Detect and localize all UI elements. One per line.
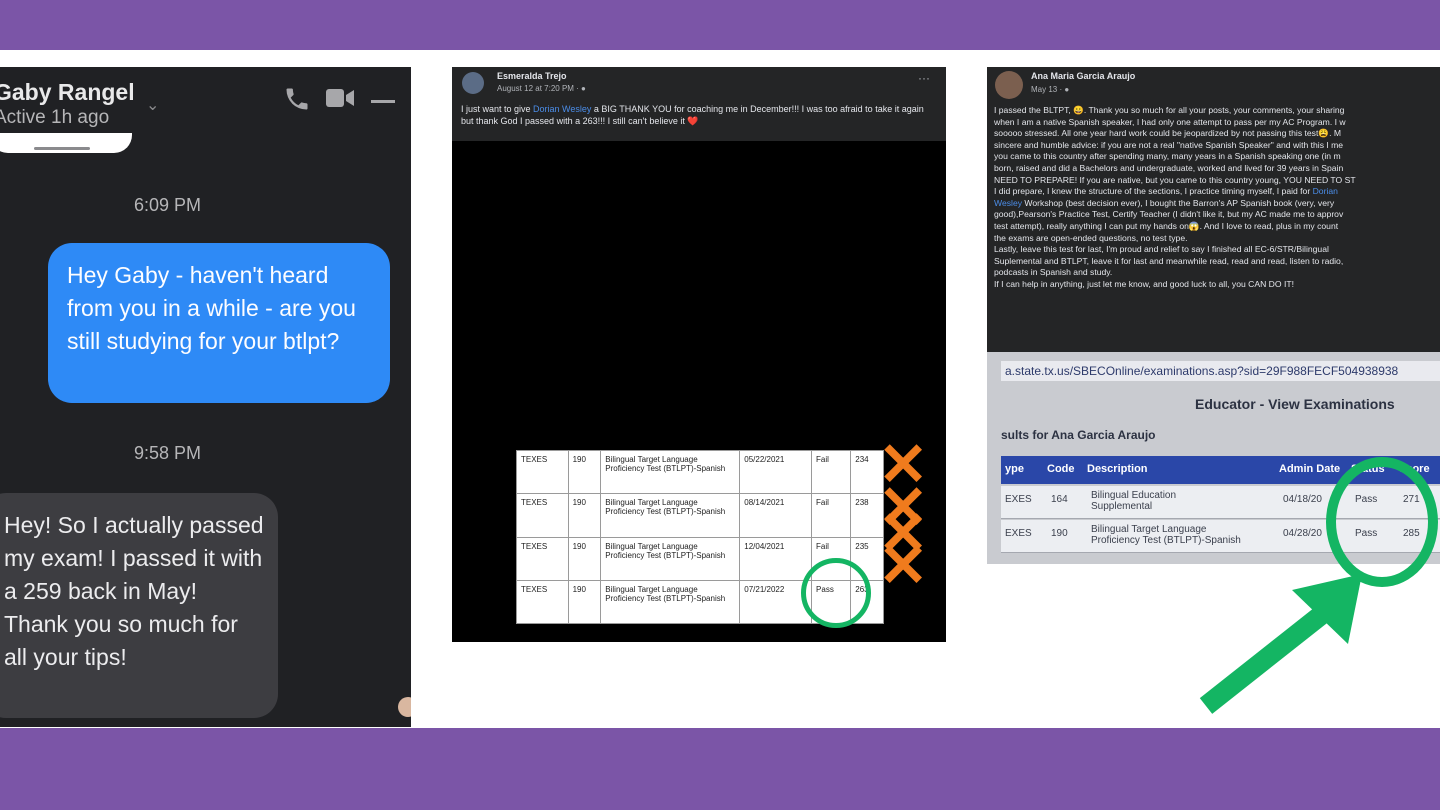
table-cell: TEXES xyxy=(516,536,569,581)
post-text-part: Workshop (best decision ever), I bought … xyxy=(1022,197,1335,208)
contact-status: Active 1h ago xyxy=(0,107,110,128)
post-date-text: May 13 · xyxy=(1031,85,1065,94)
post-line: sooooo stressed. All one year hard work … xyxy=(994,128,1342,139)
table-cell: TEXES xyxy=(516,449,569,495)
post-line: I did prepare, I knew the structure of t… xyxy=(994,186,1440,198)
post-text: I passed the BLTPT, 😀. Thank you so much… xyxy=(994,105,1440,291)
table-cell: TEXES xyxy=(516,579,569,625)
avatar[interactable] xyxy=(995,71,1023,99)
post-line: you came to this country after spending … xyxy=(994,151,1341,162)
attachment-bar xyxy=(34,147,90,150)
table-cell: 190 xyxy=(1051,528,1068,539)
table-cell: Bilingual Target Language Proficiency Te… xyxy=(600,579,741,625)
url-bar: a.state.tx.us/SBECOnline/examinations.as… xyxy=(1001,361,1440,381)
table-cell: Bilingual Target Language Proficiency Te… xyxy=(600,493,741,538)
post-line: Suplemental and BTLPT, leave it for last… xyxy=(994,255,1344,266)
messenger-screenshot: Gaby Rangel Active 1h ago ⌄ 6:09 PM Hey … xyxy=(0,67,411,727)
tagged-user-link[interactable]: Wesley xyxy=(994,198,1022,208)
post-date-text: August 12 at 7:20 PM · xyxy=(497,84,582,93)
table-cell: 12/04/2021 xyxy=(739,536,813,581)
table-cell: Fail xyxy=(811,449,852,495)
post-line: Lastly, leave this test for last, I'm pr… xyxy=(994,244,1329,255)
previous-attachment xyxy=(0,133,132,153)
table-cell: Bilingual Education Supplemental xyxy=(1091,490,1177,512)
table-cell: 164 xyxy=(1051,494,1068,505)
bottom-purple-band xyxy=(0,728,1440,810)
post-line: If I can help in anything, just let me k… xyxy=(994,278,1294,289)
facebook-post-esmeralda: Esmeralda Trejo August 12 at 7:20 PM · ●… xyxy=(452,67,946,642)
post-line: podcasts in Spanish and study. xyxy=(994,267,1113,278)
globe-icon: ● xyxy=(1064,85,1070,94)
column-header: Admin Date xyxy=(1279,463,1341,475)
incoming-message-bubble: Hey! So I actually passed my exam! I pas… xyxy=(0,493,278,718)
table-row: TEXES 190 Bilingual Target Language Prof… xyxy=(516,493,884,538)
avatar[interactable] xyxy=(462,72,484,94)
table-cell: 190 xyxy=(567,449,602,495)
table-cell: 08/14/2021 xyxy=(739,493,813,538)
post-date: August 12 at 7:20 PM · ● xyxy=(497,84,586,93)
post-text: I just want to give Dorian Wesley a BIG … xyxy=(461,103,931,127)
timestamp: 6:09 PM xyxy=(133,195,202,215)
post-line: NEED TO PREPARE! If you are native, but … xyxy=(994,174,1356,185)
outgoing-message-text: Hey Gaby - haven't heard from you in a w… xyxy=(67,262,356,354)
table-cell: Bilingual Target Language Proficiency Te… xyxy=(1091,524,1241,546)
table-cell: 05/22/2021 xyxy=(739,449,813,495)
table-cell: 190 xyxy=(567,579,602,625)
table-cell: 190 xyxy=(567,536,602,581)
post-text-part: I did prepare, I knew the structure of t… xyxy=(994,186,1313,197)
outgoing-message-bubble: Hey Gaby - haven't heard from you in a w… xyxy=(48,243,390,403)
top-purple-band xyxy=(0,0,1440,50)
post-line: the exams are open-ended questions, no t… xyxy=(994,232,1188,243)
table-cell: Fail xyxy=(811,493,852,538)
table-cell: EXES xyxy=(1005,528,1032,539)
table-cell: TEXES xyxy=(516,493,569,538)
tagged-user-link[interactable]: Dorian xyxy=(1313,186,1338,196)
table-cell: Bilingual Target Language Proficiency Te… xyxy=(600,449,741,495)
more-options-icon[interactable]: ··· xyxy=(918,71,930,85)
table-cell: Bilingual Target Language Proficiency Te… xyxy=(600,536,741,581)
photo-title: Educator - View Examinations xyxy=(1195,396,1395,412)
incoming-message-text: Hey! So I actually passed my exam! I pas… xyxy=(4,512,264,670)
post-line: test attempt), really anything I can put… xyxy=(994,220,1339,231)
pass-highlight-circle xyxy=(801,558,871,628)
table-cell: 190 xyxy=(567,493,602,538)
table-cell: 04/28/20 xyxy=(1283,528,1322,539)
post-line: good),Pearson's Practice Test, Certify T… xyxy=(994,209,1344,220)
table-cell: 04/18/20 xyxy=(1283,494,1322,505)
contact-name[interactable]: Gaby Rangel xyxy=(0,79,135,106)
green-arrow-icon xyxy=(1199,574,1362,714)
column-header: Code xyxy=(1047,463,1075,475)
post-text-part: I just want to give xyxy=(461,104,534,114)
post-author[interactable]: Ana Maria Garcia Araujo xyxy=(1031,71,1135,81)
timestamp: 9:58 PM xyxy=(133,443,202,463)
table-row: TEXES 190 Bilingual Target Language Prof… xyxy=(516,449,884,495)
video-camera-icon[interactable] xyxy=(325,85,355,118)
post-line: I passed the BLTPT, 😀. Thank you so much… xyxy=(994,105,1345,115)
column-header: ype xyxy=(1005,463,1024,475)
minimize-icon[interactable] xyxy=(371,100,395,103)
post-line: Wesley Workshop (best decision ever), I … xyxy=(994,198,1440,210)
seen-avatar xyxy=(398,697,411,717)
chevron-down-icon[interactable]: ⌄ xyxy=(146,95,159,115)
post-line: sincere and humble advice: if you are no… xyxy=(994,139,1344,150)
tagged-user-link[interactable]: Dorian Wesley xyxy=(533,104,591,114)
globe-icon: ● xyxy=(581,84,586,93)
post-date: May 13 · ● xyxy=(1031,85,1069,94)
results-heading: sults for Ana Garcia Araujo xyxy=(1001,428,1156,442)
column-header: Description xyxy=(1087,463,1148,475)
table-cell: EXES xyxy=(1005,494,1032,505)
post-author[interactable]: Esmeralda Trejo xyxy=(497,71,567,81)
phone-icon[interactable] xyxy=(283,85,311,120)
post-line: born, raised and did a Bachelors and und… xyxy=(994,162,1344,173)
post-line: when I am a native Spanish speaker, I ha… xyxy=(994,116,1346,127)
x-mark-icon: ✕ xyxy=(878,532,929,599)
